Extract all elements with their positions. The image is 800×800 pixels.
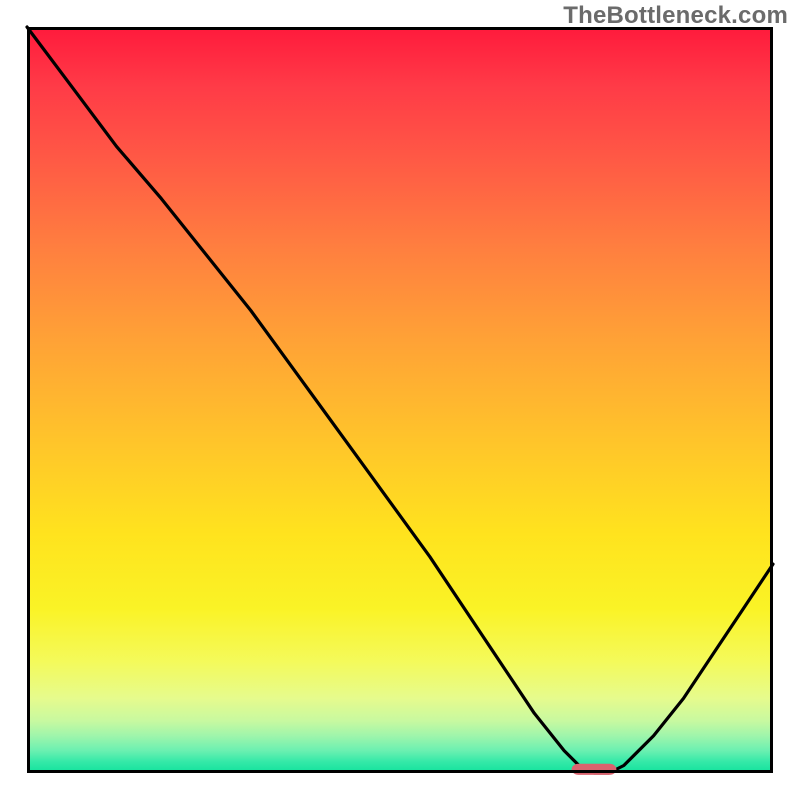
plot-area — [27, 27, 773, 773]
chart-canvas: TheBottleneck.com — [0, 0, 800, 800]
bottleneck-curve — [27, 27, 773, 773]
curve-layer — [27, 27, 773, 773]
watermark-text: TheBottleneck.com — [563, 2, 788, 30]
target-marker — [572, 764, 617, 775]
